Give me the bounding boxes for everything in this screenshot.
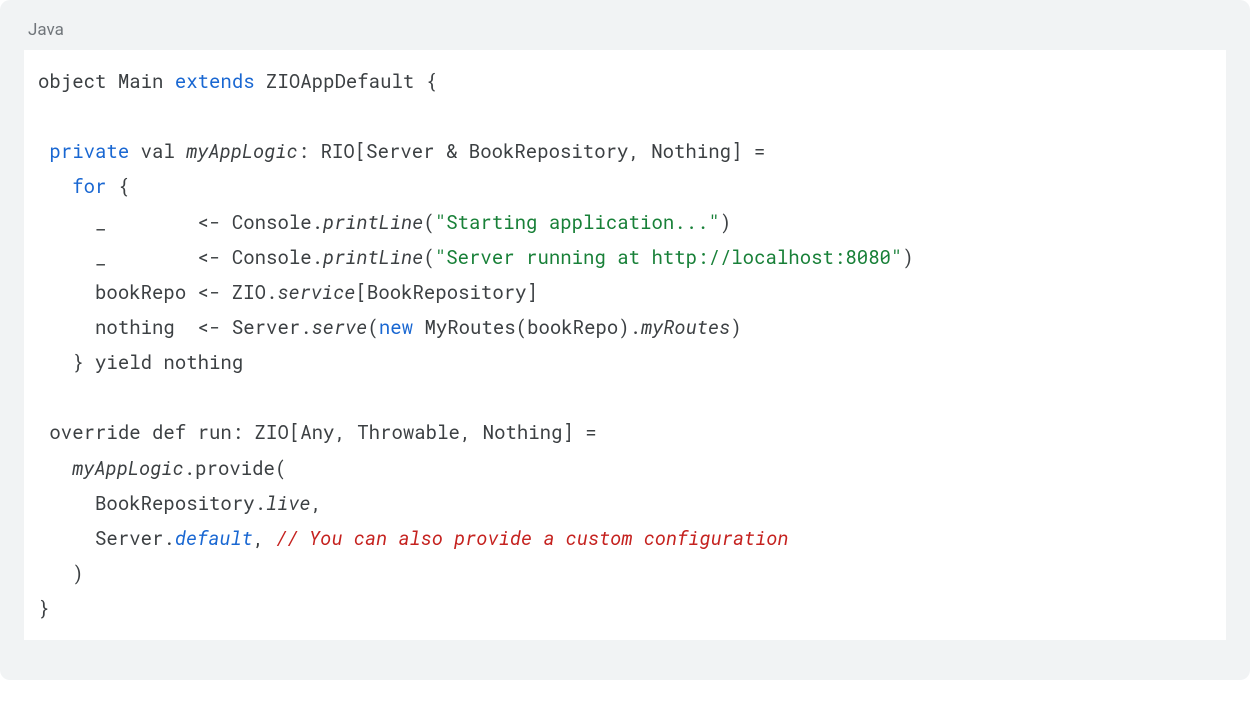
code-token [38,174,72,199]
code-line: for { [38,169,1208,204]
code-line: override def run: ZIO[Any, Throwable, No… [38,415,1208,450]
code-token: [BookRepository] [356,280,538,305]
code-token: ( [367,315,378,340]
code-token: new [379,315,413,340]
code-token: serve [312,315,368,340]
code-line: ) [38,556,1208,591]
code-token: ( [423,245,434,270]
code-line: BookRepository.live, [38,486,1208,521]
code-token: printLine [323,245,423,270]
code-token: default [175,526,253,551]
code-token: ) [902,245,913,270]
code-line: nothing <- Server.serve(new MyRoutes(boo… [38,310,1208,345]
code-token [38,456,72,481]
code-line: object Main extends ZIOAppDefault { [38,64,1208,99]
code-token: myAppLogic [186,139,298,164]
code-token: ) [730,315,741,340]
code-line: } yield nothing [38,345,1208,380]
code-token: .provide( [184,456,287,481]
code-token: } yield nothing [38,350,243,375]
code-token: override def run: ZIO[Any, Throwable, No… [38,420,597,445]
code-token: ) [720,210,731,235]
code-line: Server.default, // You can also provide … [38,521,1208,556]
code-line [38,380,1208,415]
code-token: // You can also provide a custom configu… [276,526,789,551]
code-token: _ <- Console. [38,245,323,270]
code-line: myAppLogic.provide( [38,451,1208,486]
code-token: BookRepository. [38,491,266,516]
code-token: printLine [323,210,423,235]
code-token: _ <- Console. [38,210,323,235]
code-token: , [311,491,322,516]
code-token: val [129,139,186,164]
code-language-label: Java [24,20,1226,50]
code-token: live [266,491,311,516]
code-block-container: Java object Main extends ZIOAppDefault {… [0,0,1250,680]
code-token: extends [175,69,255,94]
code-token: nothing <- Server. [38,315,312,340]
code-token: ZIOAppDefault { [255,69,437,94]
code-token: { [106,174,129,199]
code-line: } [38,591,1208,626]
code-body[interactable]: object Main extends ZIOAppDefault { priv… [24,50,1226,640]
code-token: Server. [38,526,175,551]
code-token: : RIO[Server & BookRepository, Nothing] … [298,139,765,164]
code-token: "Server running at http://localhost:8080… [435,245,902,270]
code-token [38,139,49,164]
code-token: , [253,526,276,551]
code-line: bookRepo <- ZIO.service[BookRepository] [38,275,1208,310]
code-token: object Main [38,69,175,94]
code-token: service [277,280,355,305]
code-token: private [49,139,129,164]
code-line [38,99,1208,134]
code-token: ) [38,561,84,586]
code-token: myAppLogic [72,456,184,481]
code-token: for [72,174,106,199]
code-token: MyRoutes(bookRepo). [413,315,641,340]
code-token: } [38,596,49,621]
code-token: ( [423,210,434,235]
code-line: _ <- Console.printLine("Server running a… [38,240,1208,275]
code-token: bookRepo <- ZIO. [38,280,277,305]
code-token: "Starting application..." [435,210,720,235]
code-line: _ <- Console.printLine("Starting applica… [38,205,1208,240]
code-line: private val myAppLogic: RIO[Server & Boo… [38,134,1208,169]
code-token: myRoutes [641,315,730,340]
